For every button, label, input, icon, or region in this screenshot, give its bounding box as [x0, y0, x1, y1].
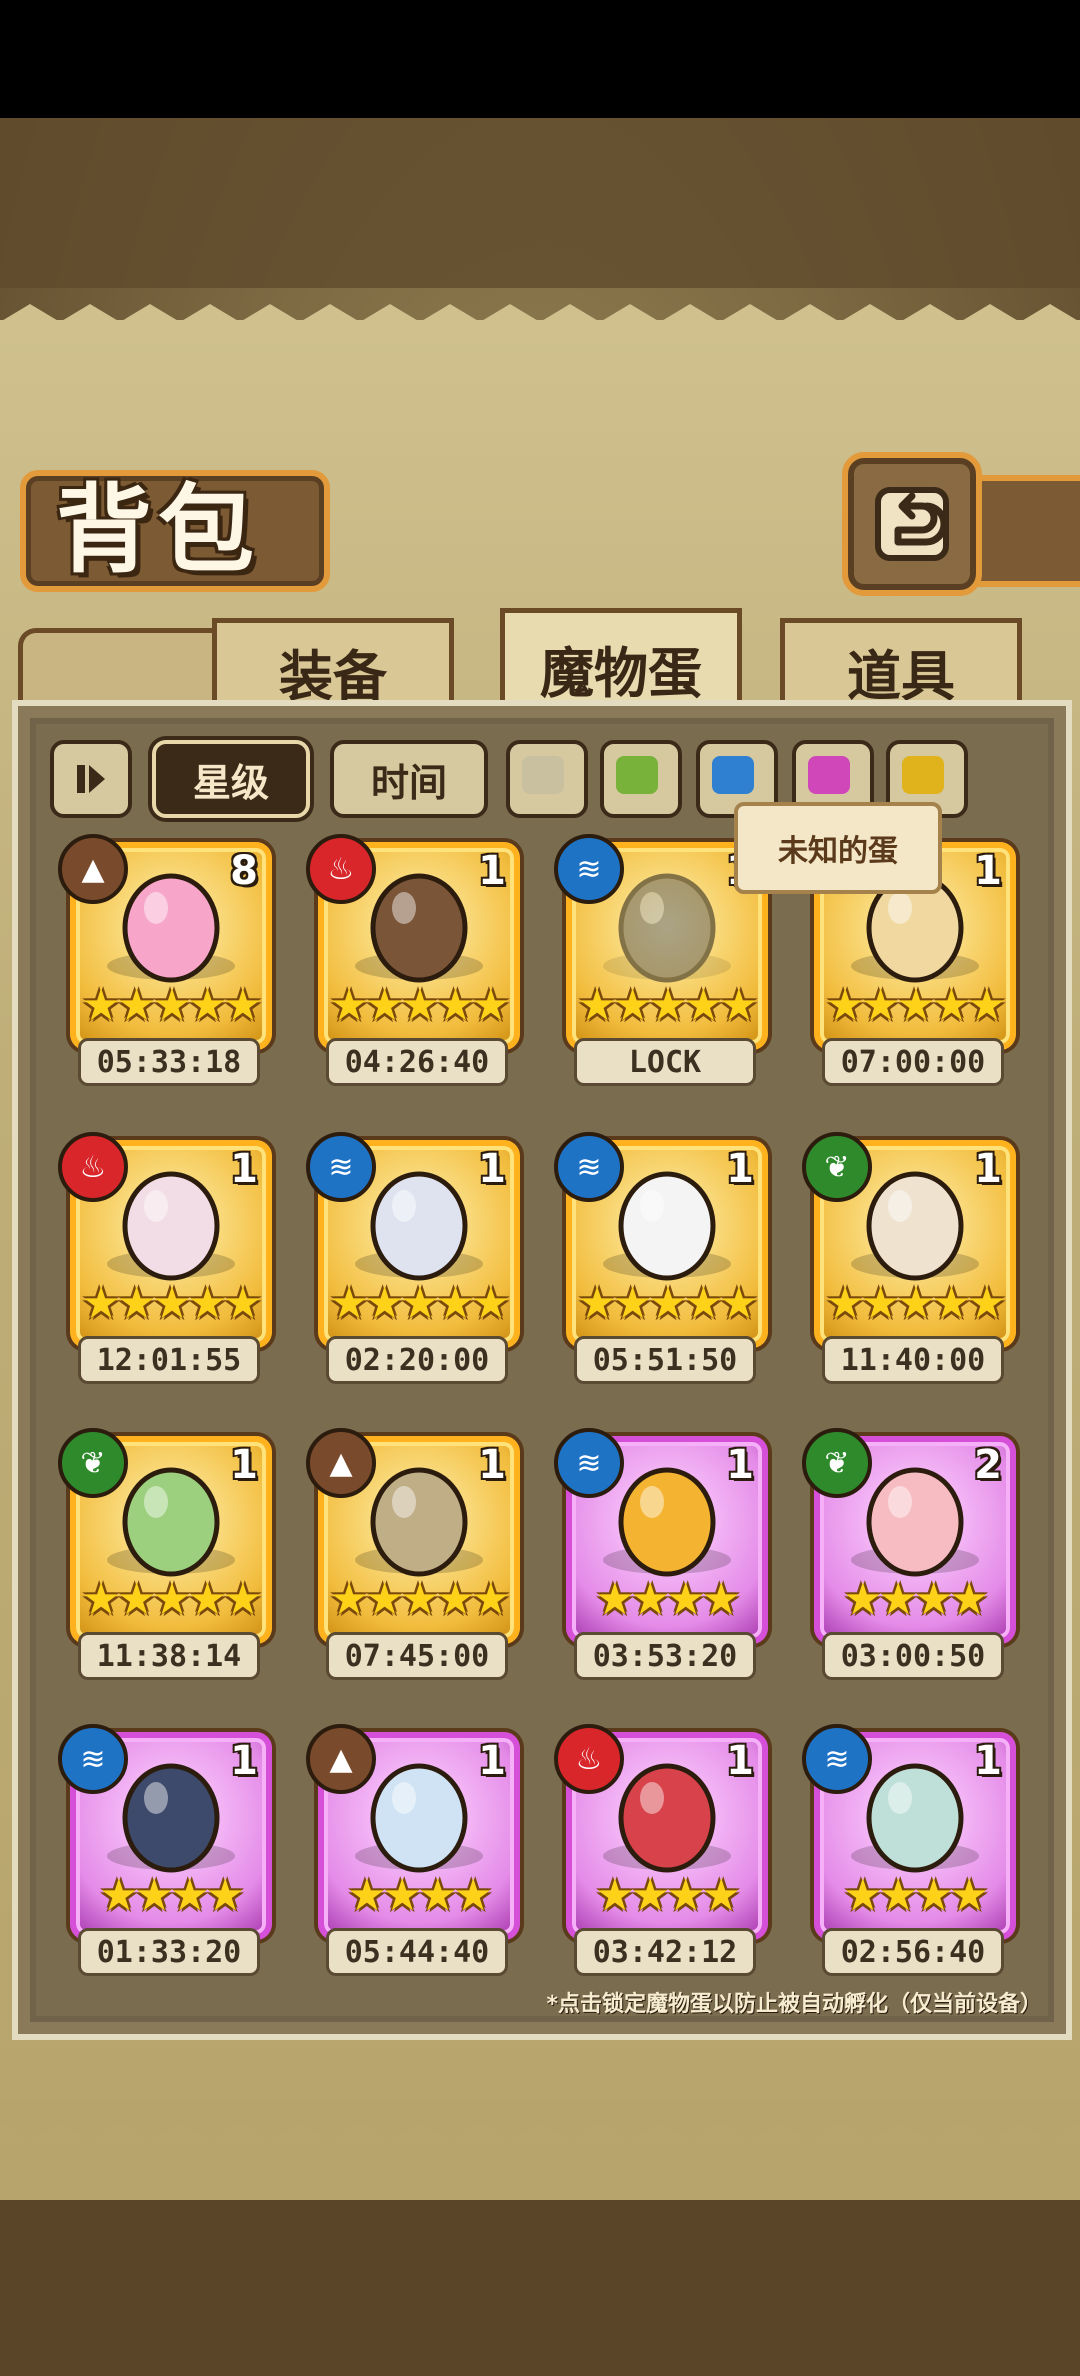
sort-by-star-label: 星级	[192, 760, 269, 805]
star-rating: ★★★★★	[81, 1574, 262, 1625]
hatch-timer: 05:33:18	[78, 1038, 260, 1086]
star-rating: ★★★★	[843, 1574, 989, 1625]
status-bar	[0, 0, 1080, 118]
sort-by-time-button[interactable]: 时间	[330, 740, 488, 818]
egg-count: 1	[478, 1738, 506, 1784]
star-rating: ★★★★★	[329, 1574, 510, 1625]
back-button[interactable]	[842, 452, 982, 596]
hatch-timer: 05:44:40	[326, 1928, 508, 1976]
hatch-timer: 04:26:40	[326, 1038, 508, 1086]
egg-count: 2	[974, 1442, 1002, 1488]
star-rating: ★★★★★	[81, 980, 262, 1031]
hatch-timer: 03:42:12	[574, 1928, 756, 1976]
star-rating: ★★★★★	[329, 1278, 510, 1329]
fire-element-icon: ♨	[58, 1132, 128, 1202]
filter-swatch-green[interactable]	[600, 740, 682, 818]
star-rating: ★★★★★	[825, 980, 1006, 1031]
egg-count: 1	[974, 1738, 1002, 1784]
collapse-button[interactable]	[50, 740, 132, 818]
star-rating: ★★★★★	[577, 980, 758, 1031]
water-element-icon: ≋	[554, 834, 624, 904]
egg-count: 1	[478, 1442, 506, 1488]
water-element-icon: ≋	[802, 1724, 872, 1794]
hatch-timer: 05:51:50	[574, 1336, 756, 1384]
star-rating: ★★★★★	[577, 1278, 758, 1329]
star-rating: ★★★★	[595, 1574, 741, 1625]
egg-card[interactable]: ≋ 1 ★★★★ 01:33:20	[58, 1724, 272, 1976]
back-arrow-icon	[875, 487, 949, 561]
hatch-timer: 07:45:00	[326, 1632, 508, 1680]
egg-count: 1	[726, 1738, 754, 1784]
scroll-edge-bottom	[0, 2100, 1080, 2140]
page-title: 背包	[56, 473, 260, 586]
egg-count: 1	[974, 848, 1002, 894]
egg-count: 1	[726, 1146, 754, 1192]
sort-by-star-button[interactable]: 星级	[152, 740, 310, 818]
hatch-timer: 02:56:40	[822, 1928, 1004, 1976]
tab-equipment-label: 装备	[279, 643, 387, 708]
tooltip: 未知的蛋	[734, 802, 942, 894]
footnote: *点击锁定魔物蛋以防止被自动孵化（仅当前设备）	[546, 1992, 1042, 2017]
egg-card[interactable]: ▲ 1 ★★★★ 05:44:40	[306, 1724, 520, 1976]
egg-count: 8	[230, 848, 258, 894]
star-rating: ★★★★★	[81, 1278, 262, 1329]
egg-count: 1	[726, 1442, 754, 1488]
grass-element-icon: ❦	[58, 1428, 128, 1498]
water-element-icon: ≋	[554, 1428, 624, 1498]
egg-card[interactable]: ▲ 8 ★★★★★ 05:33:18	[58, 834, 272, 1086]
hatch-timer: 03:53:20	[574, 1632, 756, 1680]
egg-count: 1	[478, 1146, 506, 1192]
pause-sort-icon	[77, 765, 105, 793]
water-element-icon: ≋	[58, 1724, 128, 1794]
star-rating: ★★★★	[99, 1870, 245, 1921]
star-rating: ★★★★★	[329, 980, 510, 1031]
tab-items-label: 道具	[847, 643, 955, 708]
egg-card[interactable]: ❦ 2 ★★★★ 03:00:50	[802, 1428, 1016, 1680]
filter-swatch-gray[interactable]	[506, 740, 588, 818]
earth-element-icon: ▲	[306, 1724, 376, 1794]
hatch-timer: 02:20:00	[326, 1336, 508, 1384]
hatch-timer: 11:38:14	[78, 1632, 260, 1680]
hatch-timer: 03:00:50	[822, 1632, 1004, 1680]
hatch-timer: 11:40:00	[822, 1336, 1004, 1384]
tab-monster-eggs-label: 魔物蛋	[540, 640, 702, 705]
star-rating: ★★★★★	[825, 1278, 1006, 1329]
sort-by-time-label: 时间	[370, 760, 447, 805]
hatch-timer: 01:33:20	[78, 1928, 260, 1976]
egg-card[interactable]: ♨ 1 ★★★★ 03:42:12	[554, 1724, 768, 1976]
egg-count: 1	[230, 1146, 258, 1192]
hatch-timer: 12:01:55	[78, 1336, 260, 1384]
grass-element-icon: ❦	[802, 1428, 872, 1498]
scroll-edge-top	[0, 304, 1080, 344]
map-band-bottom	[0, 2190, 1080, 2376]
egg-count: 1	[478, 848, 506, 894]
lock-label: LOCK	[574, 1038, 756, 1086]
fire-element-icon: ♨	[306, 834, 376, 904]
water-element-icon: ≋	[306, 1132, 376, 1202]
grass-element-icon: ❦	[802, 1132, 872, 1202]
egg-count: 1	[230, 1738, 258, 1784]
egg-card[interactable]: ≋ 1 ★★★★★ 02:20:00	[306, 1132, 520, 1384]
hatch-timer: 07:00:00	[822, 1038, 1004, 1086]
star-rating: ★★★★	[347, 1870, 493, 1921]
fire-element-icon: ♨	[554, 1724, 624, 1794]
star-rating: ★★★★	[595, 1870, 741, 1921]
earth-element-icon: ▲	[306, 1428, 376, 1498]
egg-card[interactable]: ❦ 1 ★★★★★ 11:40:00	[802, 1132, 1016, 1384]
egg-card[interactable]: ≋ 1 ★★★★ 02:56:40	[802, 1724, 1016, 1976]
egg-card[interactable]: ♨ 1 ★★★★★ 12:01:55	[58, 1132, 272, 1384]
egg-card[interactable]: ❦ 1 ★★★★★ 11:38:14	[58, 1428, 272, 1680]
map-band-top	[0, 118, 1080, 288]
egg-card[interactable]: ≋ 1 ★★★★★ 05:51:50	[554, 1132, 768, 1384]
egg-count: 1	[974, 1146, 1002, 1192]
earth-element-icon: ▲	[58, 834, 128, 904]
egg-card[interactable]: ▲ 1 ★★★★★ 07:45:00	[306, 1428, 520, 1680]
water-element-icon: ≋	[554, 1132, 624, 1202]
egg-card[interactable]: ♨ 1 ★★★★★ 04:26:40	[306, 834, 520, 1086]
egg-count: 1	[230, 1442, 258, 1488]
star-rating: ★★★★	[843, 1870, 989, 1921]
egg-card[interactable]: ≋ 1 ★★★★ 03:53:20	[554, 1428, 768, 1680]
